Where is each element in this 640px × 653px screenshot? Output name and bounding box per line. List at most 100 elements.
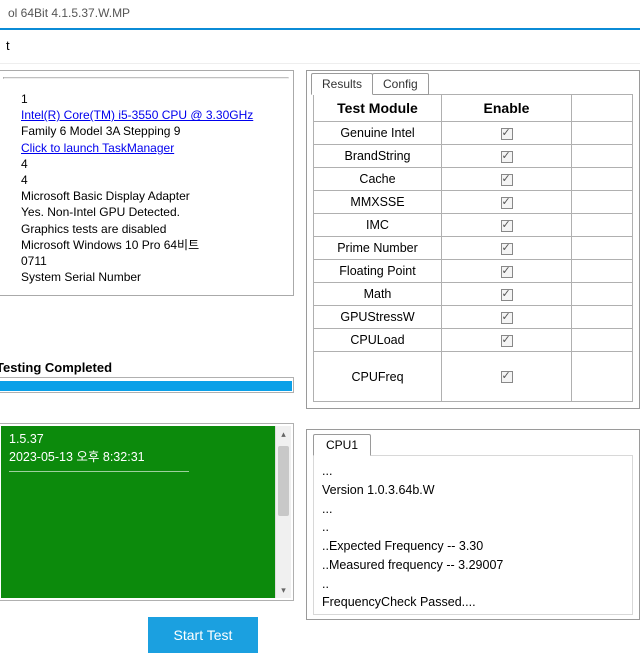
test-extra-cell xyxy=(572,214,633,237)
table-row: Cache xyxy=(314,168,633,191)
table-row: Prime Number xyxy=(314,237,633,260)
test-name: CPULoad xyxy=(314,329,442,352)
test-name: GPUStressW xyxy=(314,306,442,329)
test-extra-cell xyxy=(572,306,633,329)
test-extra-cell xyxy=(572,168,633,191)
checkbox-checked-icon[interactable] xyxy=(501,220,513,232)
start-test-button[interactable]: Start Test xyxy=(148,617,259,653)
cpu-results-panel: CPU1 ... Version 1.0.3.64b.W ... .. ..Ex… xyxy=(306,429,640,620)
tab-cpu1[interactable]: CPU1 xyxy=(313,434,371,456)
test-name: CPUFreq xyxy=(314,352,442,402)
test-enable-cell xyxy=(442,191,572,214)
taskmanager-link[interactable]: Click to launch TaskManager xyxy=(21,141,174,155)
test-extra-cell xyxy=(572,145,633,168)
test-enable-cell xyxy=(442,260,572,283)
test-enable-cell xyxy=(442,329,572,352)
scroll-down-icon[interactable]: ▾ xyxy=(276,582,291,598)
test-extra-cell xyxy=(572,260,633,283)
test-module-grid: Test Module Enable Genuine IntelBrandStr… xyxy=(313,94,633,402)
checkbox-checked-icon[interactable] xyxy=(501,335,513,347)
test-name: BrandString xyxy=(314,145,442,168)
table-row: Floating Point xyxy=(314,260,633,283)
test-enable-cell xyxy=(442,145,572,168)
test-enable-cell xyxy=(442,306,572,329)
checkbox-checked-icon[interactable] xyxy=(501,243,513,255)
checkbox-checked-icon[interactable] xyxy=(501,174,513,186)
cpu-line: ... xyxy=(322,500,624,519)
test-extra-cell xyxy=(572,122,633,145)
checkbox-checked-icon[interactable] xyxy=(501,266,513,278)
test-extra-cell xyxy=(572,237,633,260)
menu-item[interactable]: t xyxy=(6,38,10,53)
checkbox-checked-icon[interactable] xyxy=(501,197,513,209)
col-test-module: Test Module xyxy=(314,95,442,122)
menubar: t xyxy=(0,30,640,64)
test-name: Prime Number xyxy=(314,237,442,260)
test-extra-cell xyxy=(572,329,633,352)
scroll-thumb[interactable] xyxy=(278,446,289,516)
info-line: 4 xyxy=(21,172,283,188)
build-number: 0711 xyxy=(21,253,283,269)
test-enable-cell xyxy=(442,237,572,260)
table-row: GPUStressW xyxy=(314,306,633,329)
gpu-name: Microsoft Basic Display Adapter xyxy=(21,188,283,204)
checkbox-checked-icon[interactable] xyxy=(501,312,513,324)
test-name: MMXSSE xyxy=(314,191,442,214)
cpu-line: ... xyxy=(322,462,624,481)
info-line: 1 xyxy=(21,91,283,107)
checkbox-checked-icon[interactable] xyxy=(501,128,513,140)
console-panel: 1.5.37 2023-05-13 오후 8:32:31 ▴ ▾ xyxy=(0,423,294,601)
test-enable-cell xyxy=(442,352,572,402)
os-name: Microsoft Windows 10 Pro 64비트 xyxy=(21,237,283,253)
test-name: Cache xyxy=(314,168,442,191)
test-extra-cell xyxy=(572,283,633,306)
table-row: CPUFreq xyxy=(314,352,633,402)
checkbox-checked-icon[interactable] xyxy=(501,289,513,301)
scroll-up-icon[interactable]: ▴ xyxy=(276,426,291,442)
table-row: Math xyxy=(314,283,633,306)
test-enable-cell xyxy=(442,168,572,191)
progress-bar xyxy=(0,377,294,393)
window-titlebar: ol 64Bit 4.1.5.37.W.MP xyxy=(0,0,640,30)
console-scrollbar[interactable]: ▴ ▾ xyxy=(275,426,291,598)
gpu-detect: Yes. Non-Intel GPU Detected. xyxy=(21,204,283,220)
test-extra-cell xyxy=(572,191,633,214)
tabstrip: Results Config xyxy=(311,73,633,95)
checkbox-checked-icon[interactable] xyxy=(501,151,513,163)
tab-config[interactable]: Config xyxy=(372,73,429,95)
test-name: IMC xyxy=(314,214,442,237)
gpu-tests: Graphics tests are disabled xyxy=(21,221,283,237)
tab-results[interactable]: Results xyxy=(311,73,373,95)
test-enable-cell xyxy=(442,283,572,306)
status-label: Testing Completed xyxy=(0,358,294,377)
col-extra xyxy=(572,95,633,122)
cpu-expected-freq: ..Expected Frequency -- 3.30 xyxy=(322,537,624,556)
test-name: Math xyxy=(314,283,442,306)
cpu-line: .. xyxy=(322,575,624,594)
test-name: Genuine Intel xyxy=(314,122,442,145)
table-row: IMC xyxy=(314,214,633,237)
cpu-freqcheck: FrequencyCheck Passed.... xyxy=(322,593,624,612)
cpu-line: .. xyxy=(322,518,624,537)
table-row: MMXSSE xyxy=(314,191,633,214)
info-line: 4 xyxy=(21,156,283,172)
cpu-link[interactable]: Intel(R) Core(TM) i5-3550 CPU @ 3.30GHz xyxy=(21,108,253,122)
cpu-family: Family 6 Model 3A Stepping 9 xyxy=(21,123,283,139)
tests-panel: Results Config Test Module Enable Genuin… xyxy=(306,70,640,409)
checkbox-checked-icon[interactable] xyxy=(501,371,513,383)
test-enable-cell xyxy=(442,214,572,237)
cpu-version: Version 1.0.3.64b.W xyxy=(322,481,624,500)
console-line: 1.5.37 xyxy=(9,432,283,446)
serial-number: System Serial Number xyxy=(21,269,283,285)
table-row: BrandString xyxy=(314,145,633,168)
test-enable-cell xyxy=(442,122,572,145)
test-extra-cell xyxy=(572,352,633,402)
console-timestamp: 2023-05-13 오후 8:32:31 xyxy=(9,446,283,465)
col-enable: Enable xyxy=(442,95,572,122)
test-name: Floating Point xyxy=(314,260,442,283)
table-row: Genuine Intel xyxy=(314,122,633,145)
cpu-results-body: ... Version 1.0.3.64b.W ... .. ..Expecte… xyxy=(313,455,633,615)
table-row: CPULoad xyxy=(314,329,633,352)
cpu-measured-freq: ..Measured frequency -- 3.29007 xyxy=(322,556,624,575)
system-info-panel: 1 Intel(R) Core(TM) i5-3550 CPU @ 3.30GH… xyxy=(0,70,294,296)
